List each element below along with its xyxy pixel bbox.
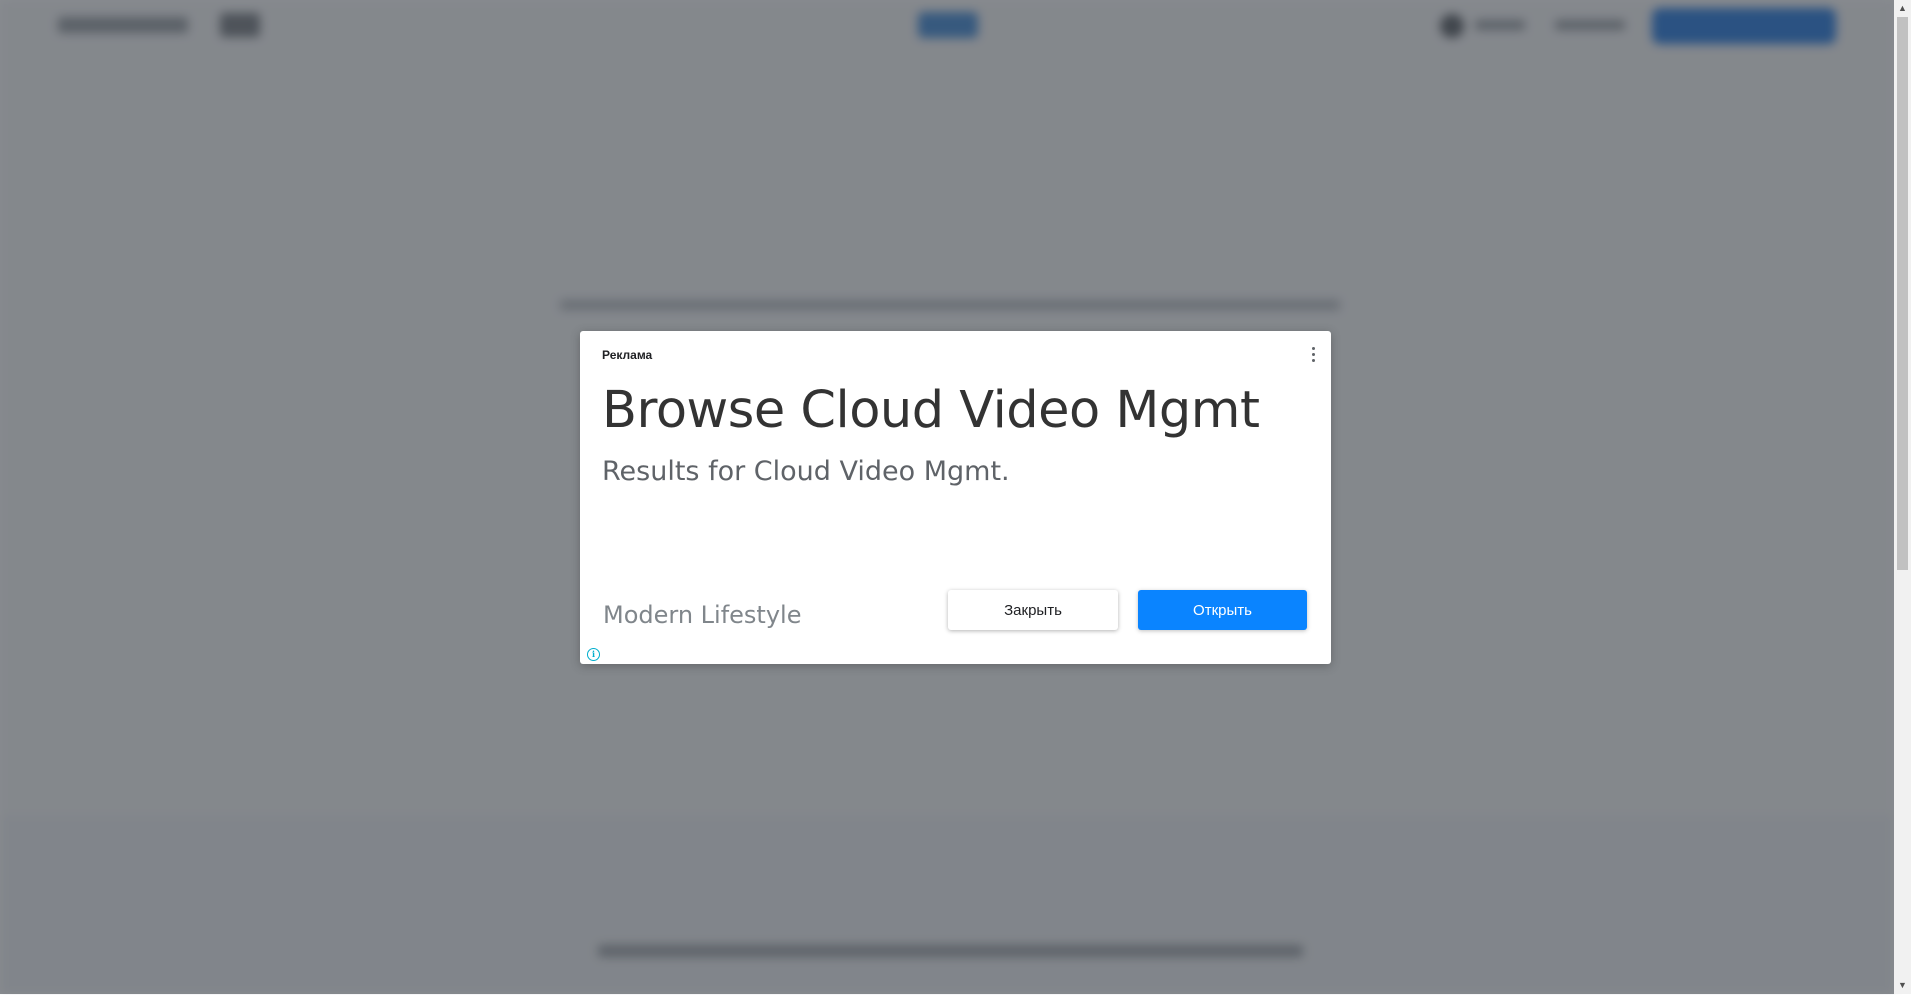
scroll-down-arrow-icon[interactable]: ▼ xyxy=(1894,977,1911,994)
scroll-up-arrow-icon[interactable]: ▲ xyxy=(1894,0,1911,17)
scrollbar-thumb[interactable] xyxy=(1897,17,1908,570)
open-button[interactable]: Открыть xyxy=(1138,590,1307,630)
more-vert-icon[interactable] xyxy=(1305,344,1321,364)
ad-headline[interactable]: Browse Cloud Video Mgmt xyxy=(602,381,1260,440)
menu-dot xyxy=(1311,352,1315,356)
ad-description: Results for Cloud Video Mgmt. xyxy=(602,456,1010,487)
ad-label: Реклама xyxy=(602,348,653,362)
ad-modal: Реклама Browse Cloud Video Mgmt Results … xyxy=(580,331,1331,664)
menu-dot xyxy=(1311,358,1315,362)
menu-dot xyxy=(1311,346,1315,350)
page-scrollbar[interactable]: ▲ ▼ xyxy=(1894,0,1911,994)
ad-advertiser: Modern Lifestyle xyxy=(603,601,802,629)
close-button[interactable]: Закрыть xyxy=(948,590,1118,630)
info-icon[interactable]: i xyxy=(587,648,600,661)
